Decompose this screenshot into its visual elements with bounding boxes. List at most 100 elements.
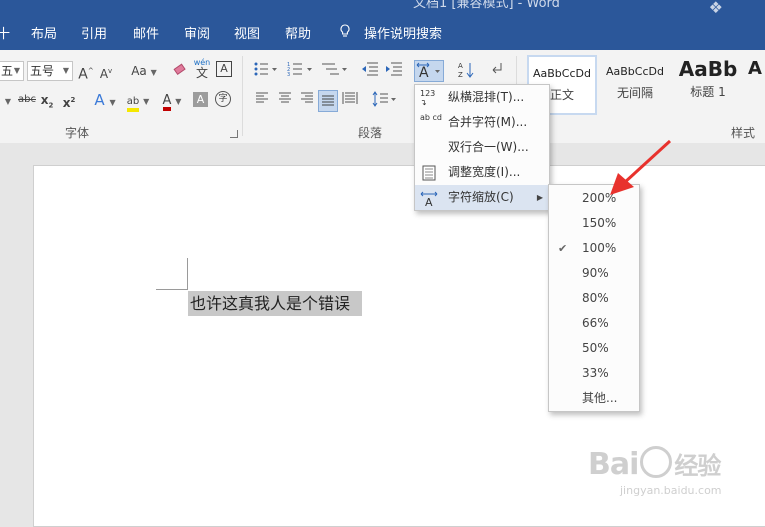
style-sample: A xyxy=(748,58,762,79)
scale-option-66[interactable]: 66% xyxy=(549,311,639,336)
style-sample: AaBb xyxy=(678,57,738,81)
clear-formatting-button[interactable] xyxy=(172,61,188,81)
style-heading-2[interactable]: A xyxy=(745,55,765,115)
scale-option-90[interactable]: 90% xyxy=(549,261,639,286)
tab-view[interactable]: 视图 xyxy=(234,23,260,42)
shrink-font-button[interactable]: Av xyxy=(98,61,114,81)
font-size-combo[interactable]: 五号 ▼ xyxy=(27,61,73,81)
decrease-indent-icon xyxy=(362,62,378,76)
numbering-button[interactable]: 123 xyxy=(286,61,316,81)
bullets-button[interactable] xyxy=(252,61,280,81)
chevron-down-icon: ▼ xyxy=(175,97,182,106)
chevron-right-icon: ▶ xyxy=(536,193,543,202)
font-color-button[interactable]: A ▼ xyxy=(158,90,186,111)
svg-text:A: A xyxy=(458,62,463,70)
menu-item-combine-chars[interactable]: ab cd 合并字符(M)... xyxy=(415,110,549,135)
scale-option-33[interactable]: 33% xyxy=(549,361,639,386)
align-left-button[interactable] xyxy=(254,91,270,111)
enclose-char-label: 字 xyxy=(218,94,228,104)
margin-corner-mark xyxy=(187,258,188,290)
tell-me-search[interactable]: 操作说明搜索 xyxy=(364,23,442,42)
tab-insert[interactable]: 十 xyxy=(0,23,10,42)
combine-chars-icon: ab cd xyxy=(420,113,442,122)
increase-indent-button[interactable] xyxy=(384,61,404,81)
font-name-combo[interactable]: 五 ▼ xyxy=(0,61,24,81)
menu-item-label: 纵横混排(T)... xyxy=(448,90,525,104)
scale-option-label: 150% xyxy=(582,216,617,230)
window-title: 文档1 [兼容模式] - Word xyxy=(413,0,560,11)
style-no-spacing[interactable]: AaBbCcDd 无间隔 xyxy=(600,55,670,115)
tab-help[interactable]: 帮助 xyxy=(285,23,311,42)
tab-layout[interactable]: 布局 xyxy=(31,23,57,42)
grow-font-label: A xyxy=(78,66,88,83)
adjust-width-icon xyxy=(422,165,436,181)
show-marks-button[interactable] xyxy=(488,61,506,81)
shrink-font-label: A xyxy=(99,67,109,81)
menu-item-label: 调整宽度(I)... xyxy=(448,165,521,179)
style-sample: AaBbCcDd xyxy=(606,65,664,78)
menu-item-two-lines-in-one[interactable]: 双行合一(W)... xyxy=(415,135,549,160)
tab-mailings[interactable]: 邮件 xyxy=(133,23,159,42)
scale-option-label: 50% xyxy=(582,341,609,355)
line-spacing-button[interactable] xyxy=(371,91,399,111)
watermark-url: jingyan.baidu.com xyxy=(620,484,722,497)
paragraph-group-label: 段落 xyxy=(358,126,383,140)
font-dialog-launcher[interactable] xyxy=(230,130,238,138)
grow-font-button[interactable]: A^ xyxy=(78,61,94,83)
highlight-label: ab xyxy=(126,96,140,112)
distributed-button[interactable] xyxy=(341,91,359,111)
tab-references[interactable]: 引用 xyxy=(81,23,107,42)
lightbulb-icon xyxy=(340,24,350,37)
watermark-brand: Bai xyxy=(588,447,639,482)
scale-option-50[interactable]: 50% xyxy=(549,336,639,361)
sort-button[interactable]: AZ xyxy=(456,61,476,81)
bird-icon: ❖ xyxy=(708,0,723,14)
eraser-icon xyxy=(173,63,186,76)
asian-layout-button[interactable]: A xyxy=(414,60,444,82)
title-bar: 文档1 [兼容模式] - Word ❖ xyxy=(0,0,765,14)
selected-text[interactable]: 也许这真我人是个错误 xyxy=(188,291,363,316)
menu-item-char-scale[interactable]: A 字符缩放(C) ▶ xyxy=(415,185,549,210)
char-shading-button[interactable]: A xyxy=(193,92,208,107)
scale-option-label: 100% xyxy=(582,241,617,255)
text-effects-button[interactable]: A ▼ xyxy=(92,90,118,110)
enclose-char-button[interactable]: 字 xyxy=(215,91,231,107)
phonetic-guide-button[interactable]: wén 文 xyxy=(193,58,211,79)
strikethrough-button[interactable]: abc xyxy=(16,90,38,110)
char-border-button[interactable]: A xyxy=(216,61,232,77)
subscript-number: 2 xyxy=(48,101,54,110)
change-case-button[interactable]: Aa ▼ xyxy=(129,61,159,81)
line-spacing-icon xyxy=(372,91,396,107)
text-effects-label: A xyxy=(94,91,105,109)
styles-group-label: 样式 xyxy=(731,126,756,140)
font-size-value: 五号 xyxy=(30,64,55,78)
multilevel-list-button[interactable] xyxy=(320,61,350,81)
align-center-button[interactable] xyxy=(277,91,293,111)
change-case-label: Aa xyxy=(131,64,147,78)
scale-option-100[interactable]: ✔ 100% xyxy=(549,236,639,261)
highlight-button[interactable]: ab ▼ xyxy=(124,90,152,112)
superscript-number: 2 xyxy=(70,96,76,104)
multilevel-list-icon xyxy=(322,63,347,75)
tab-review[interactable]: 审阅 xyxy=(184,23,210,42)
menu-item-vertical-text[interactable]: 123 ↴ 纵横混排(T)... xyxy=(415,85,549,110)
chevron-down-icon[interactable]: ▼ xyxy=(4,90,12,110)
decrease-indent-button[interactable] xyxy=(360,61,380,81)
group-divider xyxy=(242,56,243,136)
style-heading-1[interactable]: AaBb 标题 1 xyxy=(673,55,743,115)
scale-option-label: 其他... xyxy=(582,391,618,405)
scale-option-150[interactable]: 150% xyxy=(549,211,639,236)
ribbon: 五 ▼ 五号 ▼ A^ Av Aa ▼ wén 文 A ▼ abc x2 x2 A … xyxy=(0,50,765,144)
superscript-button[interactable]: x2 xyxy=(62,90,76,110)
align-right-button[interactable] xyxy=(299,91,315,111)
scale-option-other[interactable]: 其他... xyxy=(549,386,639,411)
svg-text:A: A xyxy=(425,196,433,207)
justify-button[interactable] xyxy=(318,90,338,112)
scale-option-80[interactable]: 80% xyxy=(549,286,639,311)
menu-item-adjust-width[interactable]: 调整宽度(I)... xyxy=(415,160,549,185)
scale-option-label: 33% xyxy=(582,366,609,380)
check-icon: ✔ xyxy=(558,242,568,255)
align-right-icon xyxy=(301,92,313,103)
subscript-button[interactable]: x2 xyxy=(40,90,54,110)
increase-indent-icon xyxy=(386,62,402,76)
